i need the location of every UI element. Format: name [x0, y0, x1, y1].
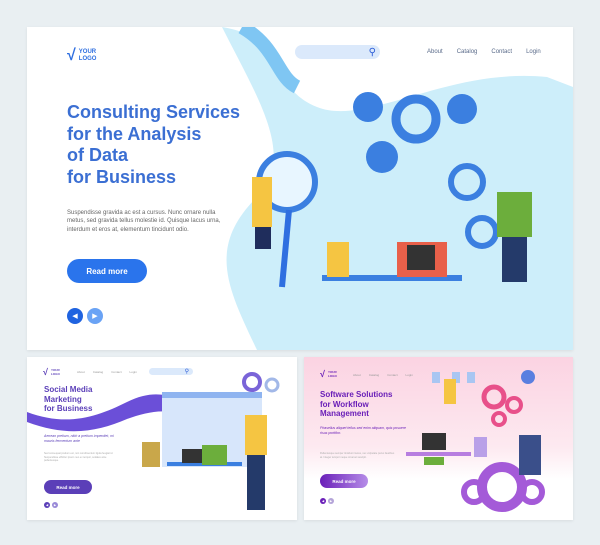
chevron-left-icon[interactable]: ◀ [44, 502, 50, 508]
logo[interactable]: √ YOUR LOGO [43, 367, 60, 377]
search-input[interactable]: ⚲ [295, 45, 380, 59]
top-nav: About Catalog Contact Login [353, 373, 413, 377]
checkmark-icon: √ [43, 367, 48, 377]
description: Pellentesque semper tincidunt metus, nec… [320, 452, 395, 459]
nav-catalog[interactable]: Catalog [457, 49, 478, 55]
nav-contact[interactable]: Contact [387, 373, 397, 377]
read-more-button[interactable]: Read more [67, 259, 147, 283]
chevron-left-icon[interactable]: ◀ [320, 498, 326, 504]
software-solutions-banner: √ YOUR LOGO About Catalog Contact Login Soft… [304, 357, 573, 520]
chevron-right-icon[interactable]: ▶ [52, 502, 58, 508]
nav-login[interactable]: Login [526, 49, 541, 55]
logo-text: YOUR [78, 49, 97, 55]
search-icon[interactable]: ⚲ [369, 47, 376, 58]
read-more-button[interactable]: Read more [320, 474, 368, 488]
section-title: Software Solutions for Workflow Management [320, 390, 393, 419]
description: Suspendisse gravida ac est a cursus. Nun… [67, 210, 221, 233]
nav-catalog[interactable]: Catalog [93, 370, 103, 374]
social-media-banner: √ YOUR LOGO About Catalog Contact Login ⚲ So… [27, 357, 297, 520]
logo[interactable]: √ YOUR LOGO [320, 369, 337, 379]
checkmark-icon: √ [67, 47, 76, 64]
subtitle: Phasellus aliquet tellus sed enim aliqua… [320, 426, 406, 435]
search-input[interactable]: ⚲ [149, 368, 193, 375]
section-title: Social Media Marketing for Business [44, 385, 93, 414]
top-nav: About Catalog Contact Login [77, 370, 137, 374]
nav-contact[interactable]: Contact [491, 49, 512, 55]
nav-about[interactable]: About [427, 49, 443, 55]
nav-contact[interactable]: Contact [111, 370, 121, 374]
illustration-background [222, 27, 573, 350]
chevron-left-icon[interactable]: ◀ [67, 308, 83, 324]
read-more-button[interactable]: Read more [44, 480, 92, 494]
nav-login[interactable]: Login [130, 370, 137, 374]
page-title: Consulting Services for the Analysis of Da… [67, 102, 241, 187]
nav-about[interactable]: About [77, 370, 85, 374]
nav-catalog[interactable]: Catalog [369, 373, 379, 377]
top-nav: About Catalog Contact Login [427, 49, 541, 55]
logo-text: LOGO [78, 56, 97, 62]
nav-about[interactable]: About [353, 373, 361, 377]
description: Sed consequat pretium est, non condiment… [44, 452, 114, 462]
chevron-right-icon[interactable]: ▶ [87, 308, 103, 324]
chevron-right-icon[interactable]: ▶ [328, 498, 334, 504]
illustration-background [406, 370, 545, 512]
consulting-banner: √ YOUR LOGO ⚲ About Catalog Contact Login… [27, 27, 573, 350]
search-icon[interactable]: ⚲ [185, 368, 189, 375]
nav-login[interactable]: Login [406, 373, 413, 377]
checkmark-icon: √ [320, 369, 325, 379]
logo[interactable]: √ YOUR LOGO [67, 47, 96, 65]
subtitle: Aenean pretium, nibh a pretium imperdiet… [44, 434, 114, 443]
